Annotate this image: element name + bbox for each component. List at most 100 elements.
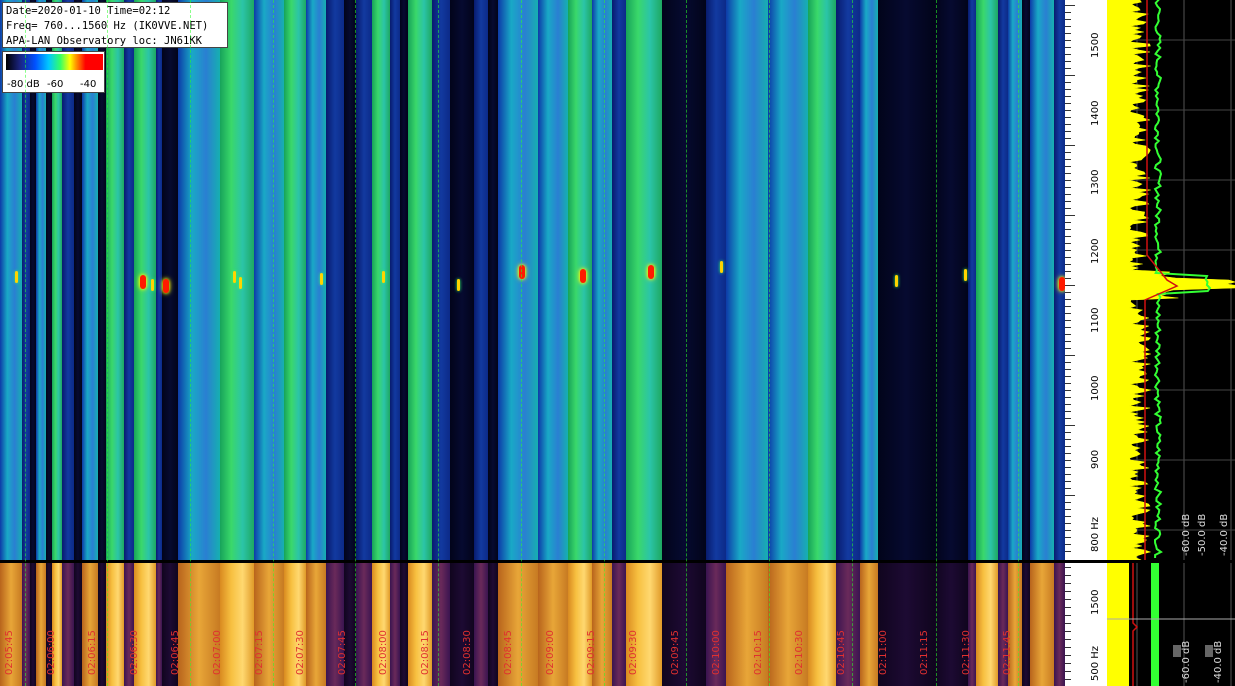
time-label: 02:08:00: [378, 630, 390, 675]
waterfall-band: [934, 0, 968, 560]
wideband-db-label-60: -60.0 dB: [1181, 640, 1192, 683]
wideband-frequency-tick: [1065, 671, 1071, 672]
frequency-tick: [1065, 369, 1071, 370]
frequency-tick: [1065, 103, 1071, 104]
waterfall-band: [124, 0, 134, 560]
frequency-tick: [1065, 89, 1071, 90]
frequency-tick: [1065, 327, 1071, 328]
frequency-tick: [1065, 418, 1071, 419]
frequency-tick: [1065, 516, 1071, 517]
time-label: 02:11:15: [919, 630, 931, 675]
frequency-tick: [1065, 166, 1071, 167]
waterfall-band: [390, 0, 400, 560]
waterfall-band: [808, 0, 836, 560]
frequency-tick: [1065, 47, 1071, 48]
freq-label-1100: 1100: [1090, 307, 1101, 333]
time-label: 02:11:45: [1002, 630, 1014, 675]
freq-label-900: 900: [1090, 449, 1101, 469]
meteor-echo: [320, 273, 323, 285]
meteor-echo: [648, 265, 654, 279]
frequency-tick: [1065, 75, 1075, 76]
frequency-tick: [1065, 138, 1071, 139]
frequency-tick: [1065, 299, 1071, 300]
wideband-band: [1054, 563, 1065, 686]
frequency-tick: [1065, 439, 1071, 440]
wideband-freq-label-500: 500 Hz: [1090, 645, 1101, 681]
time-gridline: [107, 0, 109, 686]
spectrum-db-label-50: -50.0 dB: [1197, 513, 1208, 556]
meteor-echo: [382, 271, 385, 283]
frequency-tick: [1065, 264, 1071, 265]
wideband-frequency-tick: [1065, 607, 1071, 608]
wideband-trace: [1107, 563, 1129, 686]
frequency-tick: [1065, 313, 1071, 314]
spectrum-db-label-40: -40.0 dB: [1219, 513, 1230, 556]
waterfall-band: [1030, 0, 1054, 560]
wideband-frequency-tick: [1065, 655, 1071, 656]
frequency-tick: [1065, 243, 1071, 244]
waterfall-band: [592, 0, 612, 560]
wideband-frequency-tick: [1065, 647, 1071, 648]
frequency-tick: [1065, 306, 1071, 307]
wideband-band: [976, 563, 998, 686]
time-label: 02:09:15: [586, 630, 598, 675]
time-gridline: [686, 0, 688, 686]
waterfall-band: [768, 0, 808, 560]
frequency-tick: [1065, 460, 1071, 461]
meteor-echo: [457, 279, 460, 291]
frequency-tick: [1065, 159, 1071, 160]
frequency-tick: [1065, 509, 1071, 510]
time-label: 02:05:45: [4, 630, 15, 675]
time-label: 02:07:00: [212, 630, 223, 675]
time-label: 02:07:30: [295, 630, 307, 675]
time-label: 02:09:30: [628, 630, 640, 675]
wideband-band: [488, 563, 498, 686]
waterfall-band: [488, 0, 498, 560]
wideband-frequency-tick: [1065, 679, 1071, 680]
frequency-tick: [1065, 54, 1071, 55]
meteor-echo: [895, 275, 898, 287]
info-box: Date=2020-01-10 Time=02:12 Freq= 760...1…: [2, 2, 228, 48]
frequency-tick: [1065, 467, 1071, 468]
colorbar-label-min: -80 dB: [7, 79, 40, 90]
time-gridline: [604, 0, 606, 686]
frequency-tick: [1065, 390, 1071, 391]
time-gridline: [355, 0, 357, 686]
time-label: 02:08:15: [420, 630, 432, 675]
wideband-frequency-tick: [1065, 575, 1071, 576]
frequency-tick: [1065, 194, 1071, 195]
time-gridline: [769, 0, 771, 686]
wideband-frequency-tick: [1065, 599, 1071, 600]
frequency-tick: [1065, 180, 1071, 181]
frequency-tick: [1065, 292, 1071, 293]
frequency-tick: [1065, 40, 1071, 41]
waterfall-band: [450, 0, 474, 560]
meteor-echo: [163, 279, 169, 293]
frequency-tick: [1065, 334, 1071, 335]
colorbar-legend: -80 dB -60 -40: [2, 51, 105, 93]
frequency-tick: [1065, 117, 1071, 118]
time-label: 02:10:30: [794, 630, 806, 675]
spectrogram-viewer: Date=2020-01-10 Time=02:12 Freq= 760...1…: [0, 0, 1235, 686]
meteor-echo: [151, 279, 154, 291]
wideband-band: [62, 563, 74, 686]
time-label: 02:07:15: [253, 630, 265, 675]
wideband-frequency-tick: [1065, 631, 1071, 632]
wideband-marker: [1173, 645, 1181, 657]
wideband-db-label-40: -40.0 dB: [1213, 640, 1224, 683]
freq-label-1500: 1500: [1090, 32, 1101, 58]
wideband-frequency-tick: [1065, 583, 1071, 584]
wideband-band: [1030, 563, 1054, 686]
waterfall-band: [612, 0, 626, 560]
wideband-frequency-tick: [1065, 591, 1071, 592]
frequency-tick: [1065, 320, 1071, 321]
wideband-band: [74, 563, 82, 686]
waterfall-band: [968, 0, 976, 560]
frequency-tick: [1065, 537, 1071, 538]
waterfall-band: [326, 0, 344, 560]
wideband-band: [860, 563, 878, 686]
wideband-band: [36, 563, 46, 686]
waterfall-band: [178, 0, 220, 560]
frequency-tick: [1065, 397, 1071, 398]
frequency-tick: [1065, 502, 1071, 503]
